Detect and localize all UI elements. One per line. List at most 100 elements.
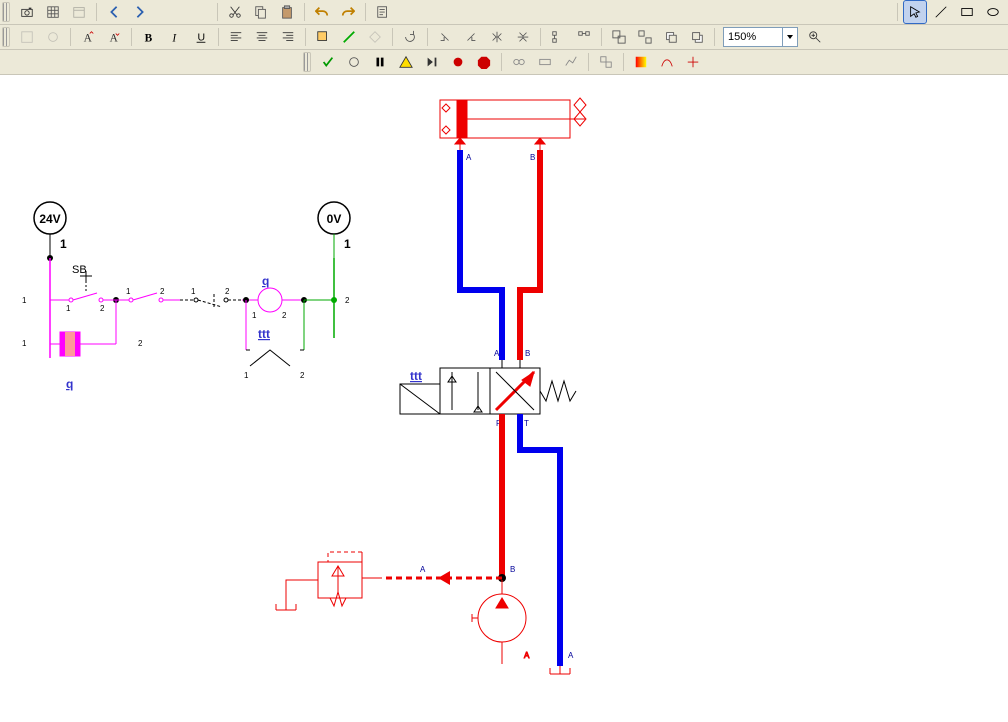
svg-text:2: 2 bbox=[225, 287, 230, 296]
svg-text:B: B bbox=[145, 32, 153, 44]
svg-text:SB: SB bbox=[72, 264, 87, 276]
forward-arrow-icon[interactable] bbox=[128, 0, 152, 24]
method1-icon bbox=[15, 25, 39, 49]
svg-text:1: 1 bbox=[126, 287, 131, 296]
sim3-icon[interactable] bbox=[559, 50, 583, 74]
font-decrease-icon[interactable]: A bbox=[102, 25, 126, 49]
svg-text:1: 1 bbox=[244, 371, 249, 380]
group-icon[interactable] bbox=[607, 25, 631, 49]
schematic-canvas[interactable]: 24V 1 0V 1 SB 1 2 bbox=[0, 78, 1008, 722]
svg-text:T: T bbox=[524, 419, 529, 428]
font-increase-icon[interactable]: A bbox=[76, 25, 100, 49]
zoom-dropdown-icon[interactable] bbox=[782, 28, 797, 46]
copy-icon[interactable] bbox=[249, 0, 273, 24]
svg-text:2: 2 bbox=[282, 311, 287, 320]
redo-icon[interactable] bbox=[336, 0, 360, 24]
cut-icon[interactable] bbox=[223, 0, 247, 24]
underline-icon[interactable]: U bbox=[189, 25, 213, 49]
zoom-input[interactable] bbox=[723, 27, 798, 47]
pump: A bbox=[472, 580, 530, 664]
line-color-icon[interactable] bbox=[337, 25, 361, 49]
svg-text:2: 2 bbox=[138, 339, 143, 348]
align-left-icon[interactable] bbox=[224, 25, 248, 49]
front-icon[interactable] bbox=[659, 25, 683, 49]
calendar-icon bbox=[67, 0, 91, 24]
svg-text:I: I bbox=[171, 32, 177, 44]
svg-text:A: A bbox=[568, 651, 574, 660]
method2-icon bbox=[41, 25, 65, 49]
contact-nc: 1 2 bbox=[180, 287, 242, 307]
svg-text:ttt: ttt bbox=[410, 369, 422, 383]
cross-icon[interactable] bbox=[681, 50, 705, 74]
svg-text:2: 2 bbox=[345, 296, 350, 305]
ellipse-icon[interactable] bbox=[981, 0, 1005, 24]
svg-text:A: A bbox=[420, 565, 426, 574]
warning-icon[interactable] bbox=[394, 50, 418, 74]
rotate-icon[interactable] bbox=[398, 25, 422, 49]
line-icon[interactable] bbox=[929, 0, 953, 24]
align-center-icon[interactable] bbox=[250, 25, 274, 49]
svg-text:B: B bbox=[525, 349, 530, 358]
svg-text:1: 1 bbox=[344, 237, 351, 251]
svg-text:0V: 0V bbox=[327, 212, 342, 226]
svg-text:B: B bbox=[530, 153, 535, 162]
svg-text:A: A bbox=[466, 153, 472, 162]
svg-text:2: 2 bbox=[160, 287, 165, 296]
svg-text:1: 1 bbox=[22, 339, 27, 348]
curve-icon[interactable] bbox=[655, 50, 679, 74]
align-right-icon[interactable] bbox=[276, 25, 300, 49]
sim4-icon[interactable] bbox=[594, 50, 618, 74]
italic-icon[interactable]: I bbox=[163, 25, 187, 49]
svg-text:A: A bbox=[524, 651, 530, 660]
mirror-v-icon[interactable] bbox=[511, 25, 535, 49]
svg-text:2: 2 bbox=[100, 304, 105, 313]
mirror-h-icon[interactable] bbox=[485, 25, 509, 49]
camera-icon[interactable] bbox=[15, 0, 39, 24]
hydraulic-circuit: A B A B ttt P T bbox=[276, 98, 586, 674]
svg-text:A: A bbox=[494, 349, 500, 358]
check-icon[interactable] bbox=[316, 50, 340, 74]
relief-valve bbox=[276, 552, 382, 610]
page-setup-icon[interactable] bbox=[371, 0, 395, 24]
electrical-circuit: 24V 1 0V 1 SB 1 2 bbox=[22, 202, 351, 391]
fill-color-icon[interactable] bbox=[311, 25, 335, 49]
svg-text:1: 1 bbox=[60, 237, 67, 251]
directional-valve bbox=[400, 368, 576, 414]
pause-icon[interactable] bbox=[368, 50, 392, 74]
paint-icon bbox=[363, 25, 387, 49]
svg-text:1: 1 bbox=[22, 296, 27, 305]
align-vert-icon[interactable] bbox=[546, 25, 570, 49]
align-horiz-icon[interactable] bbox=[572, 25, 596, 49]
rotate-left-icon[interactable] bbox=[459, 25, 483, 49]
svg-text:ttt: ttt bbox=[258, 327, 270, 341]
back-icon[interactable] bbox=[685, 25, 709, 49]
pointer-icon[interactable] bbox=[903, 0, 927, 24]
skip-icon[interactable] bbox=[420, 50, 444, 74]
sim2-icon[interactable] bbox=[533, 50, 557, 74]
relief-branch: A B bbox=[382, 565, 515, 585]
record-icon[interactable] bbox=[446, 50, 470, 74]
zoom-in-icon[interactable] bbox=[803, 25, 827, 49]
stop-icon[interactable] bbox=[472, 50, 496, 74]
contact-series: 1 2 bbox=[126, 287, 165, 302]
relay-q: q 1 1 2 bbox=[22, 296, 143, 391]
gradient-icon[interactable] bbox=[629, 50, 653, 74]
grid-icon[interactable] bbox=[41, 0, 65, 24]
rectangle-icon[interactable] bbox=[955, 0, 979, 24]
undo-icon[interactable] bbox=[310, 0, 334, 24]
rotate-right-icon[interactable] bbox=[433, 25, 457, 49]
back-arrow-icon[interactable] bbox=[102, 0, 126, 24]
supply-24v: 24V 1 bbox=[34, 202, 67, 261]
ungroup-icon[interactable] bbox=[633, 25, 657, 49]
svg-text:1: 1 bbox=[66, 304, 71, 313]
cylinder bbox=[440, 98, 586, 138]
svg-text:A: A bbox=[110, 32, 119, 44]
svg-text:1: 1 bbox=[252, 311, 257, 320]
paste-icon[interactable] bbox=[275, 0, 299, 24]
coil-q: q 1 2 bbox=[252, 274, 287, 320]
bold-icon[interactable]: B bbox=[137, 25, 161, 49]
ball-icon[interactable] bbox=[342, 50, 366, 74]
sim1-icon[interactable] bbox=[507, 50, 531, 74]
svg-text:q: q bbox=[262, 274, 269, 288]
svg-text:q: q bbox=[66, 377, 73, 391]
